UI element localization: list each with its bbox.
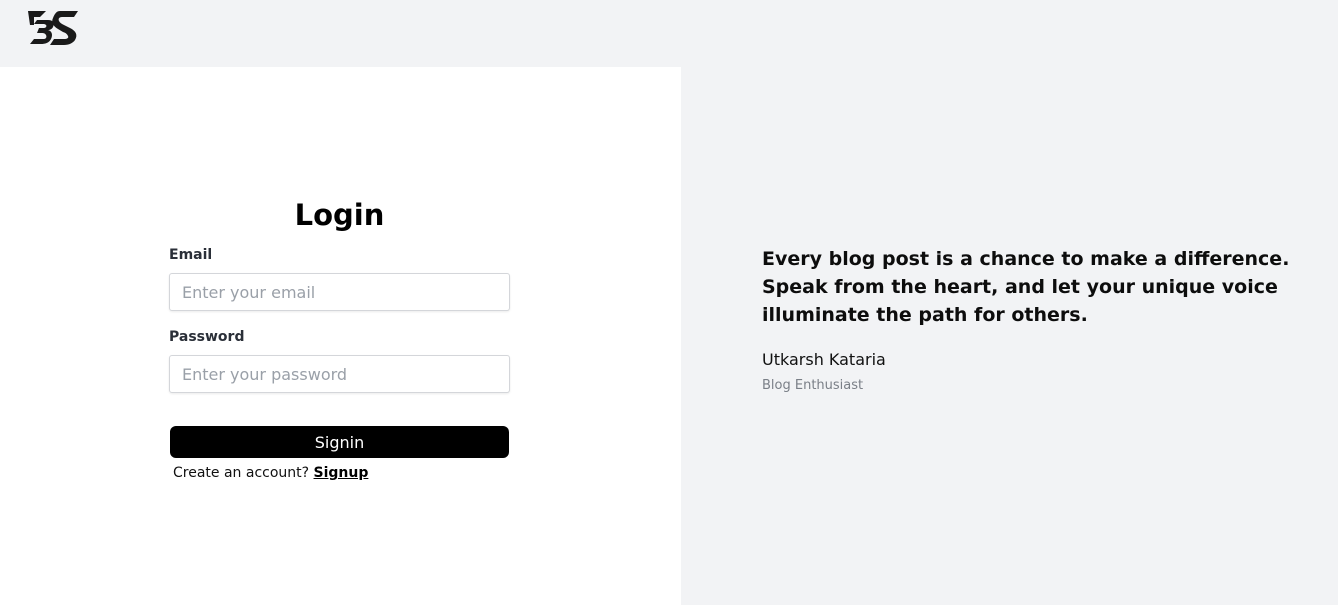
testimonial-panel: Every blog post is a chance to make a di… — [681, 67, 1338, 605]
login-title: Login — [294, 198, 385, 232]
testimonial-quote: Every blog post is a chance to make a di… — [762, 248, 1290, 326]
signup-link[interactable]: Signup — [314, 465, 369, 481]
bs-logo-icon[interactable] — [26, 8, 80, 50]
signup-prompt-text: Create an account? — [173, 465, 310, 481]
password-label: Password — [169, 329, 245, 345]
testimonial-role: Blog Enthusiast — [762, 378, 864, 393]
signup-prompt-line: Create an account? Signup — [173, 465, 368, 481]
top-bar — [0, 0, 1338, 67]
password-input[interactable] — [169, 355, 510, 393]
email-label: Email — [169, 247, 213, 263]
signin-button[interactable]: Signin — [170, 426, 509, 458]
testimonial-author: Utkarsh Kataria — [762, 350, 886, 369]
email-input[interactable] — [169, 273, 510, 311]
login-panel: Login Email Password Signin Create an ac… — [0, 67, 681, 605]
